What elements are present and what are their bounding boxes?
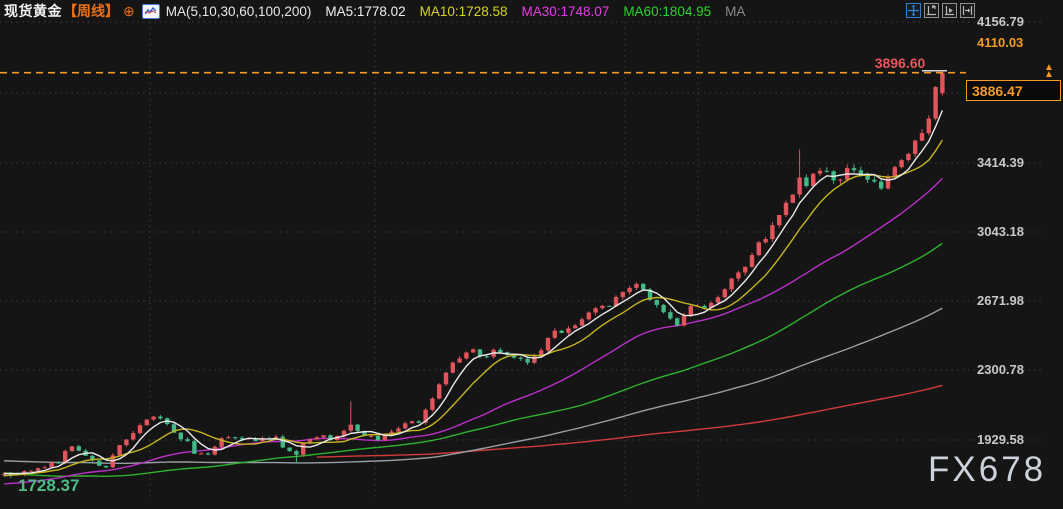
chart-header: 现货黄金 【周线】 ⊕ MA(5,10,30,60,100,200) MA5:1… [0, 0, 1063, 22]
y-axis-tick: 3414.39 [977, 155, 1057, 170]
candlestick-chart[interactable] [0, 0, 1063, 509]
ma-settings-label[interactable]: MA(5,10,30,60,100,200) [166, 4, 312, 19]
axis-play-icon[interactable] [942, 3, 957, 18]
y-axis-tick: 1929.58 [977, 432, 1057, 447]
add-instrument-icon[interactable]: ⊕ [123, 4, 135, 18]
axis-range-icon[interactable] [924, 3, 939, 18]
session-high-label: 3896.60 [845, 55, 955, 71]
mini-chart-icon[interactable] [142, 4, 160, 19]
session-low-label: 1728.37 [18, 476, 79, 496]
axis-shift-icon[interactable] [960, 3, 975, 18]
fx678-watermark: FX678 [928, 450, 1046, 490]
instrument-name: 现货黄金 [4, 1, 62, 21]
ma10-value: MA10:1728.58 [420, 4, 508, 19]
y-axis-high-level: 4110.03 [977, 35, 1057, 50]
ma5-value: MA5:1778.02 [325, 4, 405, 19]
timeframe-label[interactable]: 【周线】 [63, 1, 119, 21]
trading-chart-window: 现货黄金 【周线】 ⊕ MA(5,10,30,60,100,200) MA5:1… [0, 0, 1063, 509]
price-up-arrow-icon: ▲▲ [1044, 64, 1054, 78]
y-axis-tick: 3043.18 [977, 224, 1057, 239]
ma100-value-truncated: MA [725, 4, 745, 19]
y-axis-tick: 2300.78 [977, 362, 1057, 377]
current-price-badge: 3886.47 [966, 80, 1061, 101]
ma30-value: MA30:1748.07 [521, 4, 609, 19]
chart-toolbar [906, 3, 975, 18]
y-axis-tick: 2671.98 [977, 293, 1057, 308]
ma60-value: MA60:1804.95 [623, 4, 711, 19]
crosshair-icon[interactable] [906, 3, 921, 18]
